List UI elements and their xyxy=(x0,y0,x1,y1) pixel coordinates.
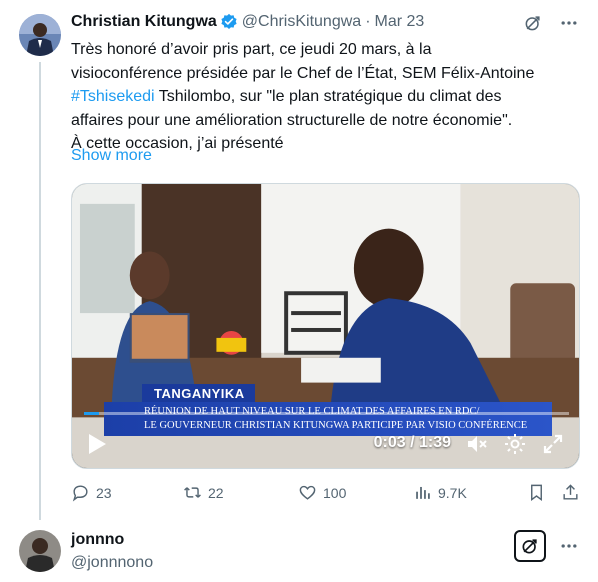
reply-author-avatar[interactable] xyxy=(19,530,61,572)
retweet-button[interactable]: 22 xyxy=(183,483,224,502)
share-button[interactable] xyxy=(561,483,580,502)
author-name[interactable]: Christian Kitungwa xyxy=(71,13,217,31)
volume-muted-icon[interactable] xyxy=(465,432,489,456)
retweet-count: 22 xyxy=(208,484,224,501)
video-progress-bar[interactable] xyxy=(84,412,569,415)
reply-count: 23 xyxy=(96,484,112,501)
grok-icon[interactable] xyxy=(522,12,544,34)
reply-grok-icon[interactable] xyxy=(514,530,546,562)
like-count: 100 xyxy=(323,484,347,501)
reply-author-name[interactable]: jonnno xyxy=(71,531,124,549)
video-location-tag: TANGANYIKA xyxy=(142,384,255,403)
reply-more-icon[interactable] xyxy=(558,535,580,557)
bookmark-icon xyxy=(531,484,542,502)
retweet-icon xyxy=(184,487,201,498)
tweet-text-line: affaires pour une amélioration structure… xyxy=(71,111,513,129)
author-avatar-image xyxy=(19,14,61,56)
video-player[interactable]: TANGANYIKA RÉUNION DE HAUT NIVEAU SUR LE… xyxy=(71,183,580,469)
views-icon xyxy=(416,486,430,499)
settings-gear-icon[interactable] xyxy=(503,432,527,456)
tweet-header: Christian Kitungwa @ChrisKitungwa · Mar … xyxy=(71,11,424,33)
like-button[interactable]: 100 xyxy=(298,483,346,502)
reply-top-actions xyxy=(514,530,580,562)
video-news-banner: RÉUNION DE HAUT NIVEAU SUR LE CLIMAT DES… xyxy=(104,402,552,436)
video-time: 0:03 / 1:39 xyxy=(373,434,451,451)
hashtag-link[interactable]: #Tshisekedi xyxy=(71,88,155,105)
bookmark-button[interactable] xyxy=(527,483,546,502)
fullscreen-icon[interactable] xyxy=(541,432,565,456)
reply-icon xyxy=(72,485,88,502)
tweet-top-actions xyxy=(522,12,580,34)
tweet-text-line: visioconférence présidée par le Chef de … xyxy=(71,64,535,82)
views-count: 9.7K xyxy=(438,484,467,501)
tweet-text: Très honoré d’avoir pris part, ce jeudi … xyxy=(71,38,581,156)
reply-author-handle[interactable]: @jonnnono xyxy=(71,554,153,572)
reply-button[interactable]: 23 xyxy=(71,483,112,502)
show-more-link[interactable]: Show more xyxy=(71,147,152,165)
play-icon[interactable] xyxy=(86,432,108,456)
banner-line: LE GOUVERNEUR CHRISTIAN KITUNGWA PARTICI… xyxy=(144,420,528,431)
thread-connector-line xyxy=(39,62,41,520)
tweet-text-line: Très honoré d’avoir pris part, ce jeudi … xyxy=(71,41,432,58)
video-progress-fill xyxy=(84,412,99,415)
tweet-actions: 23 22 100 9.7K xyxy=(71,483,581,505)
tweet-text-fragment: Tshilombo, sur "le plan stratégique du c… xyxy=(154,88,502,105)
verified-badge-icon[interactable] xyxy=(220,13,238,31)
more-icon[interactable] xyxy=(558,12,580,34)
tweet-text-line: #Tshisekedi Tshilombo, sur "le plan stra… xyxy=(71,85,581,109)
reply-avatar-image xyxy=(19,530,61,572)
share-icon xyxy=(563,484,578,500)
tweet-date[interactable]: Mar 23 xyxy=(375,13,425,31)
author-handle[interactable]: @ChrisKitungwa xyxy=(242,13,361,31)
author-avatar[interactable] xyxy=(19,14,61,56)
header-separator: · xyxy=(365,13,371,30)
views-button[interactable]: 9.7K xyxy=(413,483,467,502)
heart-icon xyxy=(299,485,316,500)
